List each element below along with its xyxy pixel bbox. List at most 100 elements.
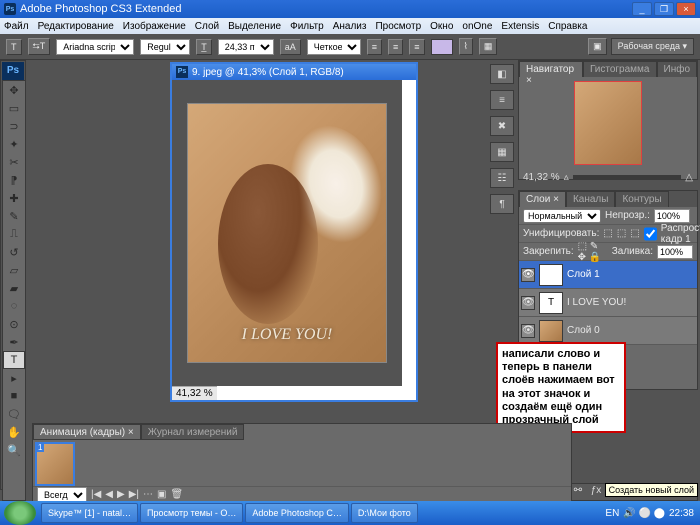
lock-icons[interactable]: ⬚ ✎ ✥ 🔒 (578, 241, 608, 263)
tray-icons[interactable]: 🔊 ⚪ ⬤ (623, 508, 665, 519)
menu-window[interactable]: Окно (430, 21, 453, 32)
propagate-checkbox[interactable] (644, 227, 657, 241)
clock[interactable]: 22:38 (669, 508, 694, 519)
layer-name[interactable]: Слой 1 (567, 269, 600, 280)
panel-btn-1[interactable]: ◧ (490, 64, 514, 84)
hand-tool[interactable]: ✋ (3, 423, 25, 441)
menu-extensis[interactable]: Extensis (501, 21, 539, 32)
orientation-toggle[interactable]: ⮀T (28, 38, 51, 55)
eraser-tool[interactable]: ▱ (3, 261, 25, 279)
tab-paths[interactable]: Контуры (615, 191, 668, 207)
taskbar-item[interactable]: Adobe Photoshop C… (245, 503, 349, 523)
tab-channels[interactable]: Каналы (566, 191, 616, 207)
nav-zoom-value[interactable]: 41,32 % (523, 172, 560, 183)
crop-tool[interactable]: ✂ (3, 153, 25, 171)
dodge-tool[interactable]: ⊙ (3, 315, 25, 333)
path-select-tool[interactable]: ▸ (3, 369, 25, 387)
font-family-select[interactable]: Ariadna script (56, 39, 134, 55)
canvas-area[interactable]: I LOVE YOU! (172, 80, 402, 386)
unify-icon-2[interactable]: ⬚ (617, 228, 626, 239)
blur-tool[interactable]: ◌ (3, 297, 25, 315)
opacity-input[interactable] (654, 209, 690, 223)
notes-tool[interactable]: 🗨 (3, 405, 25, 423)
tab-animation[interactable]: Анимация (кадры) × (33, 424, 141, 440)
tab-measure-log[interactable]: Журнал измерений (141, 424, 245, 440)
panel-btn-6[interactable]: ¶ (490, 194, 514, 214)
antialias-select[interactable]: Четкое (307, 39, 361, 55)
tab-info[interactable]: Инфо (657, 61, 698, 77)
align-center-button[interactable]: ≡ (388, 39, 403, 55)
nav-zoom-slider[interactable] (573, 175, 682, 179)
fill-input[interactable] (657, 245, 693, 259)
doc-zoom[interactable]: 41,32 % (176, 387, 213, 400)
menu-help[interactable]: Справка (548, 21, 587, 32)
menu-analysis[interactable]: Анализ (333, 21, 367, 32)
go-bridge-button[interactable]: ▣ (588, 38, 607, 55)
panel-btn-3[interactable]: ✖ (490, 116, 514, 136)
animation-frame[interactable]: 1 (35, 442, 75, 486)
layer-item[interactable]: 👁 Слой 0 (519, 317, 697, 345)
align-left-button[interactable]: ≡ (367, 39, 382, 55)
font-size-select[interactable]: 24,33 пт (218, 39, 274, 55)
visibility-icon[interactable]: 👁 (521, 268, 535, 282)
tab-histogram[interactable]: Гистограмма (583, 61, 657, 77)
warp-text-button[interactable]: ⌇ (459, 38, 473, 55)
new-frame-icon[interactable]: ▣ (157, 489, 166, 500)
layer-name[interactable]: I LOVE YOU! (567, 297, 626, 308)
text-color-swatch[interactable] (431, 39, 453, 55)
marquee-tool[interactable]: ▭ (3, 99, 25, 117)
gradient-tool[interactable]: ▰ (3, 279, 25, 297)
visibility-icon[interactable]: 👁 (521, 296, 535, 310)
layer-name[interactable]: Слой 0 (567, 325, 600, 336)
panel-btn-2[interactable]: ≡ (490, 90, 514, 110)
play-icon[interactable]: ▶ (117, 489, 125, 500)
delete-frame-icon[interactable]: 🗑 (170, 489, 183, 500)
menu-image[interactable]: Изображение (123, 21, 186, 32)
heal-tool[interactable]: ✚ (3, 189, 25, 207)
menu-onone[interactable]: onOne (462, 21, 492, 32)
first-frame-icon[interactable]: |◀ (91, 489, 101, 500)
menu-file[interactable]: Файл (4, 21, 29, 32)
char-panel-button[interactable]: ▦ (479, 38, 498, 55)
fx-icon[interactable]: ƒx (589, 485, 603, 499)
pen-tool[interactable]: ✒ (3, 333, 25, 351)
taskbar-item[interactable]: D:\Мои фото (351, 503, 418, 523)
menu-filter[interactable]: Фильтр (290, 21, 324, 32)
tween-icon[interactable]: ⋯ (143, 489, 153, 500)
brush-tool[interactable]: ✎ (3, 207, 25, 225)
wand-tool[interactable]: ✦ (3, 135, 25, 153)
visibility-icon[interactable]: 👁 (521, 324, 535, 338)
panel-btn-4[interactable]: ▦ (490, 142, 514, 162)
blend-mode-select[interactable]: Нормальный (523, 209, 601, 223)
minimize-button[interactable]: _ (632, 2, 652, 16)
menu-view[interactable]: Просмотр (375, 21, 421, 32)
zoom-in-icon[interactable]: △ (685, 172, 693, 183)
taskbar-item[interactable]: Skype™ [1] - natal… (41, 503, 138, 523)
link-layers-icon[interactable]: ⚯ (571, 485, 585, 499)
taskbar-item[interactable]: Просмотр темы - О… (140, 503, 243, 523)
zoom-out-icon[interactable]: ▵ (564, 172, 569, 183)
prev-frame-icon[interactable]: ◀ (105, 489, 113, 500)
history-brush-tool[interactable]: ↺ (3, 243, 25, 261)
shape-tool[interactable]: ■ (3, 387, 25, 405)
layer-item[interactable]: 👁 Слой 1 (519, 261, 697, 289)
next-frame-icon[interactable]: ▶| (129, 489, 139, 500)
navigator-thumbnail[interactable] (574, 81, 642, 165)
panel-btn-5[interactable]: ☷ (490, 168, 514, 188)
unify-icon-3[interactable]: ⬚ (630, 228, 639, 239)
zoom-tool[interactable]: 🔍 (3, 441, 25, 459)
document-titlebar[interactable]: Ps 9. jpeg @ 41,3% (Слой 1, RGB/8) (172, 64, 416, 80)
menu-layer[interactable]: Слой (195, 21, 219, 32)
menu-select[interactable]: Выделение (228, 21, 281, 32)
menu-edit[interactable]: Редактирование (38, 21, 114, 32)
tab-layers[interactable]: Слои × (519, 191, 566, 207)
font-style-select[interactable]: Regular (140, 39, 190, 55)
maximize-button[interactable]: ❐ (654, 2, 674, 16)
eyedropper-tool[interactable]: ⁋ (3, 171, 25, 189)
workspace-menu[interactable]: Рабочая среда ▾ (611, 38, 694, 55)
close-button[interactable]: × (676, 2, 696, 16)
stamp-tool[interactable]: ⎍ (3, 225, 25, 243)
type-tool[interactable]: T (3, 351, 25, 369)
lasso-tool[interactable]: ⊃ (3, 117, 25, 135)
lang-indicator[interactable]: EN (605, 508, 619, 519)
